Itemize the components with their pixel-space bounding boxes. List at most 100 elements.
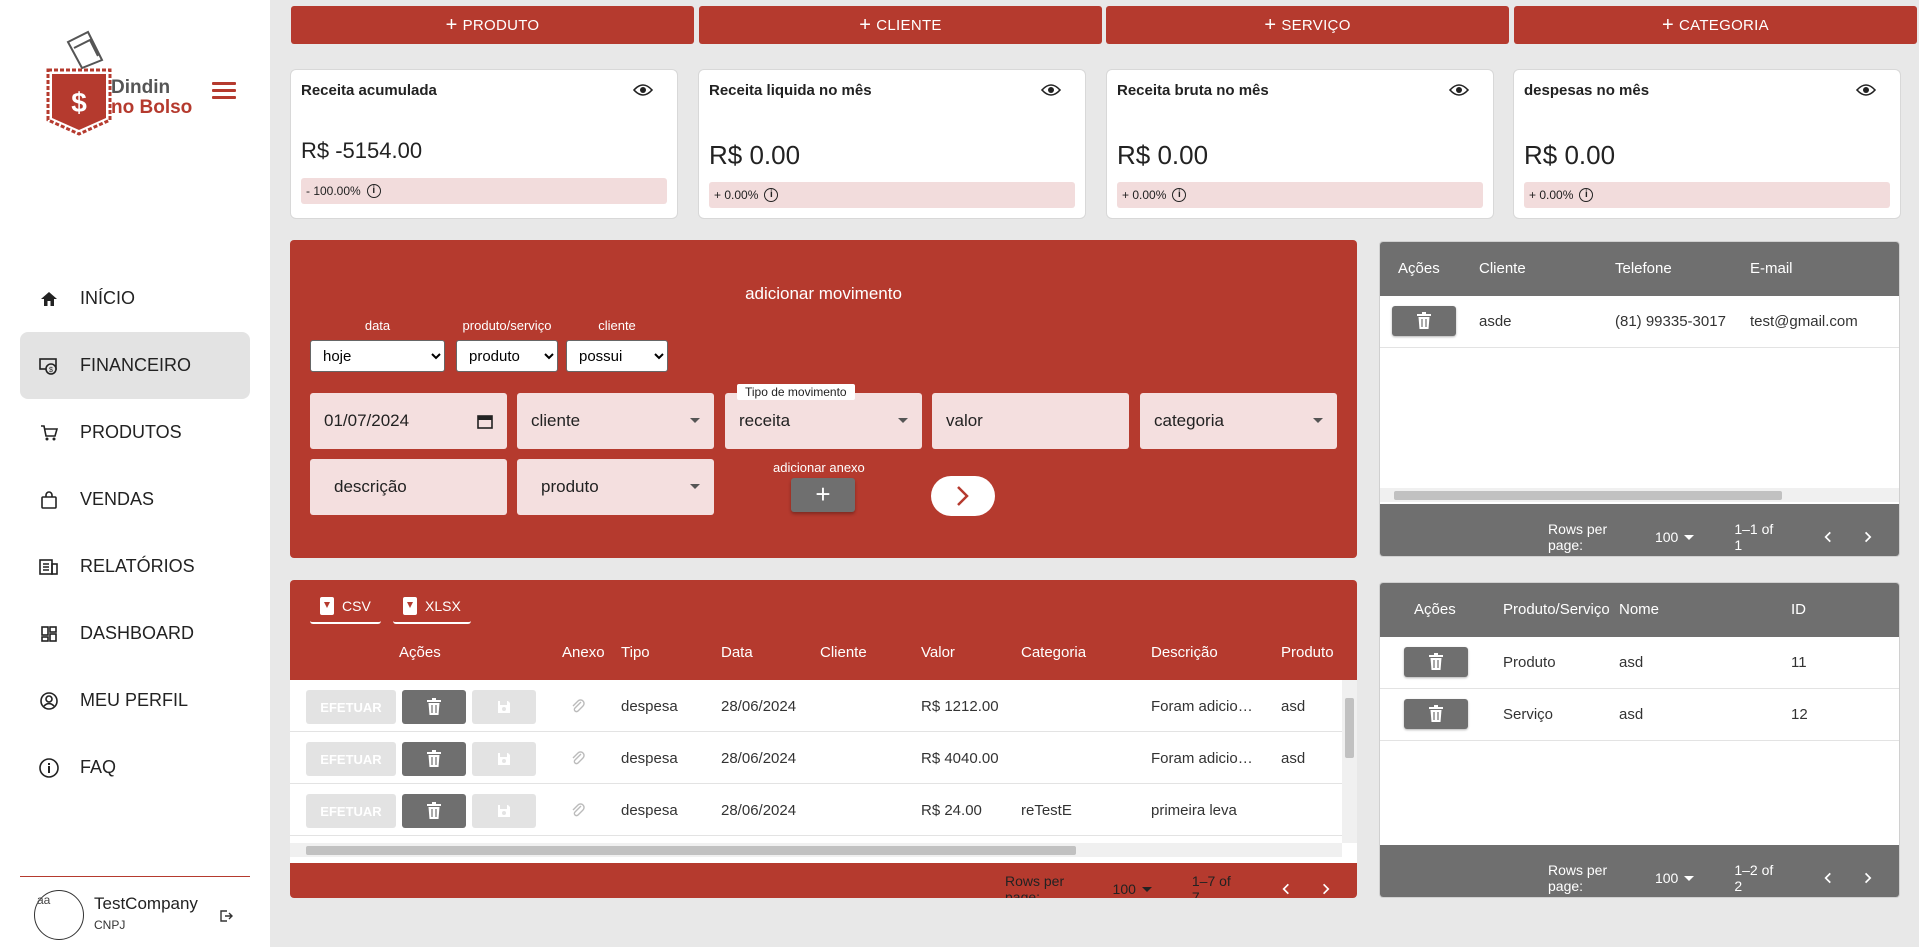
rows-per-page-select[interactable]: 100	[1113, 881, 1136, 897]
filter-produto-servico-select[interactable]: produto	[456, 340, 558, 372]
save-button[interactable]	[472, 742, 536, 776]
delete-button[interactable]	[402, 794, 466, 828]
calendar-icon[interactable]	[477, 413, 493, 429]
sidebar-item-financeiro[interactable]: $ FINANCEIRO	[20, 332, 250, 399]
sidebar-item-produtos[interactable]: PRODUTOS	[20, 399, 250, 466]
cell-valor: R$ 4040.00	[921, 750, 999, 767]
product-select[interactable]: produto	[517, 459, 714, 515]
eye-icon[interactable]	[633, 82, 653, 98]
card-title: despesas no mês	[1524, 82, 1650, 99]
category-select-value: categoria	[1154, 411, 1224, 430]
plus-icon: +	[859, 13, 872, 36]
info-icon[interactable]: i	[764, 188, 779, 202]
profile-icon	[38, 690, 60, 712]
date-field[interactable]: 01/07/2024	[310, 393, 507, 449]
value-field-placeholder: valor	[946, 411, 983, 430]
chevron-left-icon[interactable]	[1279, 881, 1294, 897]
cell-data: 28/06/2024	[721, 802, 797, 819]
rows-per-page-select[interactable]: 100	[1655, 870, 1678, 886]
scrollbar-thumb[interactable]	[1394, 491, 1782, 500]
sidebar-item-dashboard[interactable]: DASHBOARD	[20, 600, 250, 667]
chevron-down-icon[interactable]	[1684, 875, 1695, 881]
chevron-down-icon	[1313, 418, 1323, 423]
sidebar-item-relatorios[interactable]: RELATÓRIOS	[20, 533, 250, 600]
efetuar-button[interactable]: EFETUAR	[306, 690, 396, 724]
eye-icon[interactable]	[1041, 82, 1061, 98]
table-row: Produto asd 11	[1380, 637, 1899, 689]
chevron-right-icon[interactable]	[1318, 881, 1333, 897]
filter-cliente-label: cliente	[598, 318, 636, 333]
transactions-table: CSV XLSX Ações Anexo Tipo Data Cliente V…	[290, 580, 1357, 898]
rows-per-page-select[interactable]: 100	[1655, 529, 1678, 545]
paperclip-icon[interactable]	[570, 750, 586, 766]
eye-icon[interactable]	[1856, 82, 1876, 98]
delete-button[interactable]	[1404, 647, 1468, 677]
export-csv-button[interactable]: CSV	[310, 590, 381, 624]
add-servico-button[interactable]: + SERVIÇO	[1106, 6, 1509, 44]
horizontal-scrollbar[interactable]	[290, 843, 1342, 857]
scrollbar-thumb[interactable]	[306, 846, 1076, 855]
chevron-right-icon[interactable]	[1860, 870, 1875, 886]
description-field[interactable]: descrição	[310, 459, 507, 515]
avatar[interactable]: aa	[34, 890, 84, 940]
save-button[interactable]	[472, 794, 536, 828]
col-id: ID	[1791, 601, 1806, 618]
cell-tipo: despesa	[621, 750, 678, 767]
movement-type-label: Tipo de movimento	[737, 384, 855, 400]
filter-cliente-select[interactable]: possui	[566, 340, 668, 372]
sidebar-item-vendas[interactable]: VENDAS	[20, 466, 250, 533]
logout-icon[interactable]	[218, 908, 234, 924]
horizontal-scrollbar[interactable]	[1380, 488, 1899, 502]
export-xlsx-button[interactable]: XLSX	[393, 590, 471, 624]
info-icon[interactable]: i	[1579, 188, 1594, 202]
delete-button[interactable]	[402, 690, 466, 724]
efetuar-button[interactable]: EFETUAR	[306, 742, 396, 776]
scrollbar-thumb[interactable]	[1345, 698, 1354, 758]
brand-name: Dindin no Bolso	[111, 78, 192, 118]
sidebar-item-inicio[interactable]: INÍCIO	[20, 265, 250, 332]
export-csv-label: CSV	[342, 598, 371, 614]
add-produto-button[interactable]: + PRODUTO	[291, 6, 694, 44]
chevron-down-icon[interactable]	[1684, 534, 1695, 540]
add-categoria-button[interactable]: + CATEGORIA	[1514, 6, 1917, 44]
sidebar-item-faq[interactable]: FAQ	[20, 734, 250, 801]
client-select[interactable]: cliente	[517, 393, 714, 449]
add-attachment-button[interactable]: +	[791, 478, 855, 512]
value-field[interactable]: valor	[932, 393, 1129, 449]
col-anexo: Anexo	[562, 644, 605, 661]
category-select[interactable]: categoria	[1140, 393, 1337, 449]
delete-button[interactable]	[1404, 699, 1468, 729]
info-icon[interactable]: i	[366, 184, 381, 198]
add-servico-label: SERVIÇO	[1281, 16, 1351, 34]
chevron-down-icon[interactable]	[1141, 886, 1152, 892]
paperclip-icon[interactable]	[570, 802, 586, 818]
menu-icon[interactable]	[212, 82, 236, 100]
sidebar-item-meu-perfil[interactable]: MEU PERFIL	[20, 667, 250, 734]
card-change: - 100.00% i	[301, 178, 667, 204]
movement-type-select[interactable]: Tipo de movimento receita	[725, 384, 922, 449]
paperclip-icon[interactable]	[570, 698, 586, 714]
delete-button[interactable]	[402, 742, 466, 776]
info-icon[interactable]: i	[1172, 188, 1187, 202]
col-cliente: Cliente	[1479, 260, 1526, 277]
cell-data: 28/06/2024	[721, 698, 797, 715]
chevron-right-icon[interactable]	[1860, 529, 1875, 545]
col-categoria: Categoria	[1021, 644, 1087, 661]
col-produto-servico: Produto/Serviço	[1503, 601, 1610, 618]
chevron-left-icon[interactable]	[1821, 529, 1836, 545]
cell-descricao: Foram adicionados	[1151, 698, 1261, 715]
submit-movement-button[interactable]	[931, 476, 995, 516]
brand-name-line1: Dindin	[111, 77, 171, 98]
chevron-left-icon[interactable]	[1821, 870, 1836, 886]
delete-button[interactable]	[1392, 306, 1456, 336]
filter-data-select[interactable]: hoje	[310, 340, 445, 372]
cell-descricao: Foram adicionados	[1151, 750, 1261, 767]
save-button[interactable]	[472, 690, 536, 724]
add-cliente-button[interactable]: + CLIENTE	[699, 6, 1102, 44]
eye-icon[interactable]	[1449, 82, 1469, 98]
card-receita-bruta: Receita bruta no mês R$ 0.00 + 0.00% i	[1106, 69, 1494, 219]
sidebar: $ Dindin no Bolso INÍCIO $ FINANCEIRO PR…	[0, 0, 270, 947]
vertical-scrollbar[interactable]	[1342, 680, 1357, 843]
efetuar-button[interactable]: EFETUAR	[306, 794, 396, 828]
attachment-label: adicionar anexo	[773, 460, 865, 475]
